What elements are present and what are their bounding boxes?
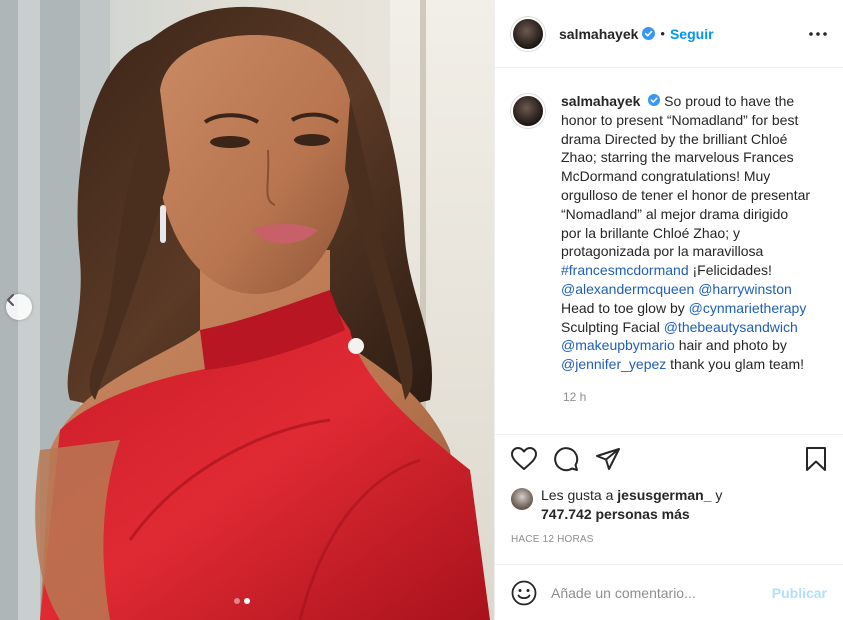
comment-icon[interactable] [553, 446, 579, 472]
caption-text-segment: So proud to have the honor to present “N… [561, 93, 811, 260]
emoji-icon[interactable] [511, 580, 537, 606]
post-timestamp[interactable]: HACE 12 HORAS [495, 524, 843, 564]
instagram-post: salmahayek • Seguir salmahayek So proud … [0, 0, 843, 620]
caption-body: So proud to have the honor to present “N… [561, 93, 810, 372]
action-bar [495, 434, 843, 482]
comment-input[interactable] [551, 584, 772, 601]
caption-username[interactable]: salmahayek [561, 93, 640, 109]
heart-icon[interactable] [511, 446, 537, 471]
caption-tag-link[interactable]: @jennifer_yepez [561, 356, 666, 372]
first-liker-link[interactable]: jesusgerman_ [617, 487, 711, 503]
caption-text-segment: ¡Felicidades! [688, 262, 772, 279]
post-side-panel: salmahayek • Seguir salmahayek So proud … [494, 0, 843, 620]
portrait-illustration [0, 0, 494, 620]
header-separator: • [660, 26, 665, 41]
caption-text-segment: hair and photo by [674, 337, 787, 354]
author-username[interactable]: salmahayek [559, 26, 638, 42]
caption-tag-link[interactable]: @harrywinston [698, 281, 792, 297]
carousel-prev-button[interactable] [6, 294, 32, 320]
caption-text-segment: thank you glam team! [666, 356, 805, 373]
caption-tag-link[interactable]: @cynmarietherapy [689, 300, 807, 316]
caption-text: salmahayek So proud to have the honor to… [561, 92, 811, 374]
comment-form: Publicar [495, 564, 843, 620]
likes-summary: Les gusta a jesusgerman_ y 747.742 perso… [495, 482, 843, 524]
share-icon[interactable] [595, 447, 621, 471]
liker-avatar[interactable] [511, 488, 533, 510]
author-avatar[interactable] [511, 16, 545, 51]
likes-middle: y [711, 487, 723, 503]
carousel-indicator [234, 598, 250, 604]
caption-tag-link[interactable]: #francesmcdormand [561, 262, 689, 278]
verified-badge-icon [642, 27, 656, 40]
likes-count-link[interactable]: 747.742 personas más [541, 506, 690, 522]
likes-text: Les gusta a jesusgerman_ y 747.742 perso… [541, 486, 722, 524]
comments-section: salmahayek So proud to have the honor to… [495, 68, 843, 434]
more-options-icon[interactable] [809, 31, 827, 36]
publish-button[interactable]: Publicar [772, 585, 827, 601]
caption-tag-link[interactable]: @makeupbymario [561, 337, 675, 353]
carousel-dot [234, 598, 240, 604]
carousel-dot-active [244, 598, 250, 604]
caption-text-segment: Head to toe glow by [561, 299, 689, 316]
caption-tag-link[interactable]: @alexandermcqueen [561, 281, 694, 297]
post-photo[interactable] [0, 0, 494, 620]
caption-relative-time: 12 h [563, 389, 587, 404]
follow-button[interactable]: Seguir [670, 26, 714, 42]
caption: salmahayek So proud to have the honor to… [511, 92, 827, 374]
verified-badge-icon [648, 94, 661, 106]
caption-tag-link[interactable]: @thebeautysandwich [664, 319, 798, 335]
bookmark-icon[interactable] [805, 446, 827, 472]
caption-author-avatar[interactable] [511, 94, 545, 128]
caption-text-segment: Sculpting Facial [561, 318, 664, 335]
likes-prefix: Les gusta a [541, 487, 618, 503]
post-header: salmahayek • Seguir [495, 0, 843, 68]
